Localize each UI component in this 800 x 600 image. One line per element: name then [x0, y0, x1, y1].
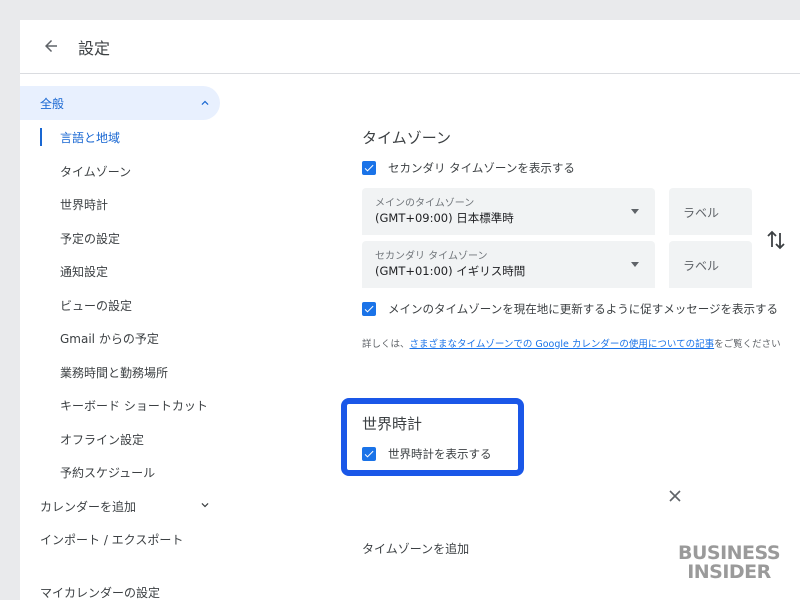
watermark-line-2: INSIDER [687, 561, 771, 583]
world-clock-checkbox-label: 世界時計を表示する [388, 447, 492, 461]
chevron-up-icon [201, 100, 209, 105]
active-indicator [40, 128, 42, 146]
secondary-timezone-checkbox-row[interactable]: セカンダリ タイムゾーンを表示する [362, 160, 575, 176]
sidebar-item-world-clock[interactable]: 世界時計 [60, 196, 108, 213]
update-timezone-checkbox-row[interactable]: メインのタイムゾーンを現在地に更新するように促すメッセージを表示する [362, 301, 778, 317]
sidebar-item-view-settings[interactable]: ビューの設定 [60, 297, 132, 314]
help-text-prefix: 詳しくは、 [362, 339, 410, 350]
sidebar-item-my-calendars[interactable]: マイカレンダーの設定 [40, 584, 160, 600]
secondary-timezone-checkbox[interactable] [362, 161, 376, 175]
swap-vertical-icon[interactable] [766, 229, 786, 251]
primary-timezone-label-input[interactable]: ラベル [669, 188, 752, 235]
settings-content: タイムゾーン セカンダリ タイムゾーンを表示する メインのタイムゾーン (GMT… [240, 75, 800, 600]
back-button[interactable] [38, 33, 64, 59]
add-timezone-button[interactable]: タイムゾーンを追加 [362, 540, 469, 557]
primary-label-placeholder: ラベル [683, 206, 720, 220]
update-timezone-checkbox-label: メインのタイムゾーンを現在地に更新するように促すメッセージを表示する [388, 302, 778, 316]
window-frame-top [0, 0, 800, 20]
settings-sidebar: 全般 言語と地域 タイムゾーン 世界時計 予定の設定 通知設定 ビューの設定 G… [20, 75, 240, 600]
world-clock-timezone-select[interactable]: タイムゾーン (GMT-07:00) アメリカ太平洋時間 - ロサンゼ… [362, 476, 655, 520]
secondary-timezone-value: (GMT+01:00) イギリス時間 [375, 264, 526, 278]
sidebar-item-events-from-gmail[interactable]: Gmail からの予定 [60, 330, 159, 347]
sidebar-item-import-export[interactable]: インポート / エクスポート [40, 531, 183, 548]
world-clock-checkbox-row[interactable]: 世界時計を表示する [362, 446, 492, 462]
settings-header: 設定 [20, 20, 800, 74]
primary-timezone-value: (GMT+09:00) 日本標準時 [375, 211, 514, 225]
sidebar-item-language-region[interactable]: 言語と地域 [60, 129, 120, 146]
world-clock-section-title: 世界時計 [362, 415, 423, 433]
help-text-suffix: をご覧ください [714, 339, 781, 350]
check-icon [364, 450, 374, 458]
timezone-section-title: タイムゾーン [362, 129, 451, 147]
page-title: 設定 [78, 39, 111, 58]
primary-timezone-field-label: メインのタイムゾーン [375, 198, 475, 209]
dropdown-arrow-icon [631, 497, 639, 502]
sidebar-item-timezone[interactable]: タイムゾーン [60, 163, 131, 180]
timezone-help-text: 詳しくは、さまざまなタイムゾーンでの Google カレンダーの使用についての記… [362, 336, 781, 350]
world-clock-checkbox[interactable] [362, 447, 376, 461]
check-icon [364, 164, 374, 172]
sidebar-item-general-label: 全般 [40, 97, 65, 111]
sidebar-item-event-settings[interactable]: 予定の設定 [60, 230, 120, 247]
world-clock-field-label: タイムゾーン [375, 486, 435, 497]
sidebar-item-add-calendar[interactable]: カレンダーを追加 [40, 498, 136, 515]
business-insider-watermark: BUSINESS INSIDER [676, 544, 782, 582]
update-timezone-checkbox[interactable] [362, 302, 376, 316]
chevron-down-icon[interactable] [198, 498, 212, 512]
dropdown-arrow-icon [631, 209, 639, 214]
world-clock-highlight-box [341, 398, 524, 476]
primary-timezone-select[interactable]: メインのタイムゾーン (GMT+09:00) 日本標準時 [362, 188, 655, 235]
close-icon[interactable] [668, 489, 682, 503]
sidebar-item-general[interactable]: 全般 [20, 86, 220, 120]
arrow-back-icon [45, 40, 57, 52]
secondary-timezone-label-input[interactable]: ラベル [669, 241, 752, 288]
sidebar-item-notification-settings[interactable]: 通知設定 [60, 263, 108, 280]
check-icon [364, 305, 374, 313]
sidebar-item-keyboard-shortcuts[interactable]: キーボード ショートカット [60, 397, 208, 414]
world-clock-timezone-value: (GMT-07:00) アメリカ太平洋時間 - ロサンゼ… [375, 499, 622, 513]
sidebar-item-appointment-schedules[interactable]: 予約スケジュール [60, 464, 155, 481]
sidebar-item-offline[interactable]: オフライン設定 [60, 431, 144, 448]
secondary-timezone-select[interactable]: セカンダリ タイムゾーン (GMT+01:00) イギリス時間 [362, 241, 655, 288]
window-frame-left [0, 0, 20, 600]
secondary-timezone-field-label: セカンダリ タイムゾーン [375, 251, 488, 262]
secondary-label-placeholder: ラベル [683, 259, 720, 273]
dropdown-arrow-icon [631, 262, 639, 267]
sidebar-item-working-hours[interactable]: 業務時間と勤務場所 [60, 364, 168, 381]
secondary-timezone-checkbox-label: セカンダリ タイムゾーンを表示する [388, 161, 575, 175]
help-article-link[interactable]: さまざまなタイムゾーンでの Google カレンダーの使用についての記事 [410, 339, 715, 350]
